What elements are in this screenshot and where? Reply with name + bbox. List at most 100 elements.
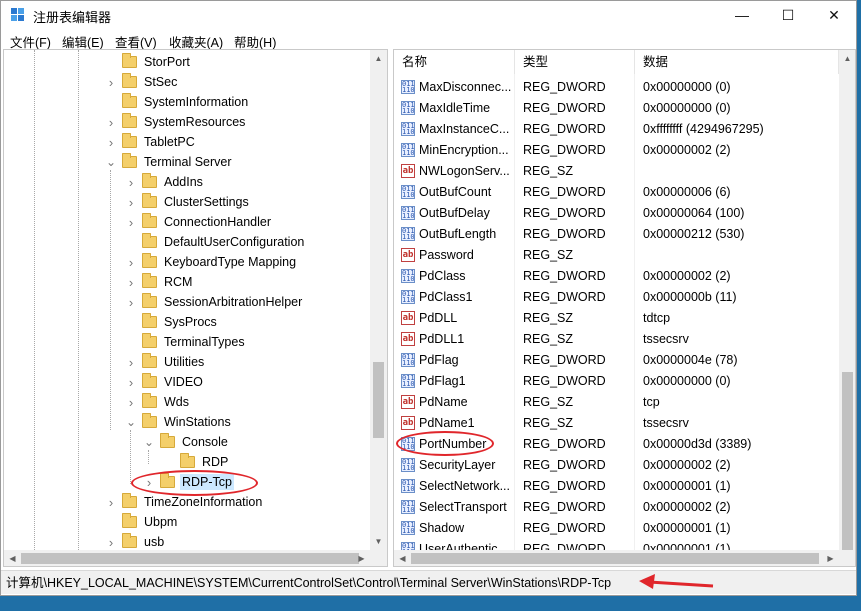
tree-hscroll-thumb[interactable]: [21, 553, 359, 564]
value-name: MaxIdleTime: [419, 101, 491, 115]
binary-value-icon: 011 110: [401, 290, 415, 304]
tree-node[interactable]: › VIDEO: [126, 372, 205, 392]
tree-horizontal-scrollbar[interactable]: ◀ ▶: [4, 550, 370, 566]
scroll-left-arrow-icon[interactable]: ◀: [4, 550, 21, 566]
scroll-right-arrow-icon[interactable]: ▶: [822, 550, 839, 566]
chevron-right-icon[interactable]: ›: [126, 215, 136, 230]
tree-node[interactable]: › SessionArbitrationHelper: [126, 292, 304, 312]
chevron-down-icon[interactable]: ⌄: [126, 416, 136, 428]
scroll-up-arrow-icon[interactable]: ▲: [839, 50, 855, 67]
tree-node[interactable]: ⌄ Console: [144, 432, 230, 452]
value-row[interactable]: 011 110 Shadow REG_DWORD 0x00000001 (1): [394, 518, 839, 539]
list-hscroll-thumb[interactable]: [411, 553, 819, 564]
tree-scroll-thumb[interactable]: [373, 362, 384, 438]
value-data: 0x00000000 (0): [643, 101, 731, 115]
tree-node[interactable]: › SystemResources: [106, 112, 247, 132]
scroll-right-arrow-icon[interactable]: ▶: [353, 550, 370, 566]
value-row[interactable]: 011 110 PdFlag1 REG_DWORD 0x00000000 (0): [394, 371, 839, 392]
tree-node[interactable]: › ConnectionHandler: [126, 212, 273, 232]
value-data: 0x00000064 (100): [643, 206, 745, 220]
scroll-left-arrow-icon[interactable]: ◀: [394, 550, 411, 566]
value-row[interactable]: 011 110 PdClass REG_DWORD 0x00000002 (2): [394, 266, 839, 287]
tree-node[interactable]: SysProcs: [126, 312, 219, 332]
tree-node[interactable]: RDP: [164, 452, 230, 472]
column-header-name[interactable]: 名称: [394, 50, 515, 74]
chevron-right-icon[interactable]: ›: [106, 75, 116, 90]
chevron-down-icon[interactable]: ⌄: [144, 436, 154, 448]
minimize-button[interactable]: —: [719, 1, 765, 29]
chevron-right-icon[interactable]: ›: [126, 175, 136, 190]
value-row[interactable]: ab PdName REG_SZ tcp: [394, 392, 839, 413]
tree-node-label: TabletPC: [144, 135, 195, 149]
value-row[interactable]: 011 110 PdClass1 REG_DWORD 0x0000000b (11): [394, 287, 839, 308]
chevron-right-icon[interactable]: ›: [126, 255, 136, 270]
value-row[interactable]: 011 110 MinEncryption... REG_DWORD 0x000000…: [394, 140, 839, 161]
column-header-data[interactable]: 数据: [635, 50, 839, 74]
value-name: SelectNetwork...: [419, 479, 511, 493]
tree-node[interactable]: › RCM: [126, 272, 194, 292]
tree-node[interactable]: › StSec: [106, 72, 179, 92]
chevron-right-icon[interactable]: ›: [106, 495, 116, 510]
chevron-right-icon[interactable]: ›: [126, 375, 136, 390]
chevron-right-icon[interactable]: ›: [126, 295, 136, 310]
value-row[interactable]: ab Password REG_SZ: [394, 245, 839, 266]
tree-node[interactable]: Ubpm: [106, 512, 179, 532]
value-data: 0x00000001 (1): [643, 479, 731, 493]
binary-value-icon: 011 110: [401, 353, 415, 367]
value-row[interactable]: 011 110 OutBufCount REG_DWORD 0x00000006 (6…: [394, 182, 839, 203]
tree-node[interactable]: › TabletPC: [106, 132, 197, 152]
string-value-icon: ab: [401, 332, 415, 346]
chevron-right-icon[interactable]: ›: [126, 355, 136, 370]
chevron-right-icon[interactable]: ›: [106, 115, 116, 130]
value-row[interactable]: ab PdDLL REG_SZ tdtcp: [394, 308, 839, 329]
value-row[interactable]: 011 110 SelectTransport REG_DWORD 0x0000000…: [394, 497, 839, 518]
value-row[interactable]: ab NWLogonServ... REG_SZ: [394, 161, 839, 182]
tree-node[interactable]: DefaultUserConfiguration: [126, 232, 306, 252]
tree-node-label: ClusterSettings: [164, 195, 249, 209]
regedit-app-icon: [11, 8, 24, 21]
chevron-right-icon[interactable]: ›: [106, 535, 116, 550]
value-row[interactable]: 011 110 OutBufLength REG_DWORD 0x00000212 (…: [394, 224, 839, 245]
tree-node[interactable]: TerminalTypes: [126, 332, 247, 352]
value-row[interactable]: 011 110 SecurityLayer REG_DWORD 0x00000002 …: [394, 455, 839, 476]
folder-icon: [142, 393, 157, 408]
value-row[interactable]: ab PdDLL1 REG_SZ tssecsrv: [394, 329, 839, 350]
list-vertical-scrollbar[interactable]: ▲: [839, 50, 855, 550]
chevron-right-icon[interactable]: ›: [126, 195, 136, 210]
scroll-up-arrow-icon[interactable]: ▲: [370, 50, 387, 67]
value-row[interactable]: 011 110 PdFlag REG_DWORD 0x0000004e (78): [394, 350, 839, 371]
tree-node[interactable]: › usb: [106, 532, 166, 552]
chevron-right-icon[interactable]: ›: [126, 395, 136, 410]
tree-node[interactable]: › ClusterSettings: [126, 192, 251, 212]
column-header-type[interactable]: 类型: [515, 50, 635, 74]
registry-path: 计算机\HKEY_LOCAL_MACHINE\SYSTEM\CurrentCon…: [6, 576, 612, 590]
value-row[interactable]: 011 110 MaxIdleTime REG_DWORD 0x00000000 (0…: [394, 98, 839, 119]
list-horizontal-scrollbar[interactable]: ◀ ▶: [394, 550, 839, 566]
tree-node[interactable]: › Wds: [126, 392, 191, 412]
value-row[interactable]: 011 110 OutBufDelay REG_DWORD 0x00000064 (1…: [394, 203, 839, 224]
chevron-right-icon[interactable]: ›: [126, 275, 136, 290]
tree-node[interactable]: › Utilities: [126, 352, 206, 372]
tree-vertical-scrollbar[interactable]: ▲ ▼: [370, 50, 387, 550]
tree-node[interactable]: SystemInformation: [106, 92, 250, 112]
maximize-button[interactable]: ☐: [765, 1, 811, 29]
tree-node[interactable]: ⌄ Terminal Server: [106, 152, 234, 172]
tree-node[interactable]: ⌄ WinStations: [126, 412, 233, 432]
values-list-pane[interactable]: 名称 类型 数据 011 110 MaxDisconnec... REG_DWORD…: [393, 49, 856, 567]
value-data: [643, 161, 838, 182]
scroll-down-arrow-icon[interactable]: ▼: [370, 533, 387, 550]
tree-node[interactable]: › KeyboardType Mapping: [126, 252, 298, 272]
tree-node[interactable]: StorPort: [106, 52, 192, 72]
tree-node[interactable]: › AddIns: [126, 172, 205, 192]
value-row[interactable]: 011 110 SelectNetwork... REG_DWORD 0x000000…: [394, 476, 839, 497]
value-row[interactable]: 011 110 MaxInstanceC... REG_DWORD 0xfffffff…: [394, 119, 839, 140]
tree-node-label: Ubpm: [144, 515, 178, 529]
chevron-right-icon[interactable]: ›: [106, 135, 116, 150]
close-button[interactable]: ✕: [811, 1, 857, 29]
value-row[interactable]: 011 110 MaxDisconnec... REG_DWORD 0x0000000…: [394, 77, 839, 98]
chevron-down-icon[interactable]: ⌄: [106, 156, 116, 168]
value-type: REG_DWORD: [523, 143, 606, 157]
value-type: REG_DWORD: [523, 227, 606, 241]
list-scroll-thumb[interactable]: [842, 372, 853, 550]
